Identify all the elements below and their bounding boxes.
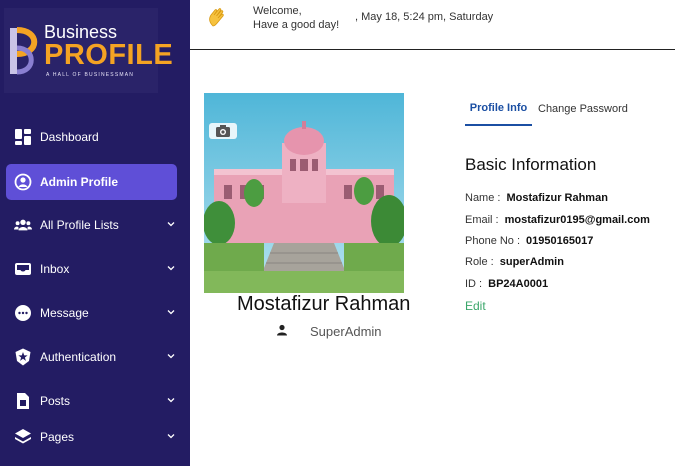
chevron-down-icon (167, 310, 175, 315)
message-icon (15, 305, 31, 321)
camera-icon (216, 125, 230, 137)
layers-icon (15, 429, 31, 444)
profile-name: Mostafizur Rahman (237, 293, 411, 315)
sidebar-item-inbox[interactable]: Inbox (6, 251, 177, 287)
tab-change-password[interactable]: Change Password (538, 103, 628, 115)
brand-logo[interactable]: Business PROFILE A HALL OF BUSINESSMAN (4, 8, 173, 93)
welcome-line2: Have a good day! (253, 19, 340, 31)
info-label: Name : (465, 192, 501, 204)
sidebar-item-label: Message (40, 306, 89, 320)
sidebar-item-admin-profile[interactable]: Admin Profile (6, 164, 177, 200)
info-label: Phone No : (465, 235, 521, 247)
sidebar-item-label: Posts (40, 394, 71, 408)
sidebar-item-label: Pages (40, 430, 75, 444)
info-label: ID : (465, 278, 483, 290)
sidebar-item-authentication[interactable]: Authentication (6, 339, 177, 375)
welcome-line1: Welcome, (253, 5, 302, 17)
info-row-role: Role : superAdmin (465, 256, 564, 268)
dashboard-icon (15, 129, 31, 145)
sidebar-item-pages[interactable]: Pages (6, 419, 177, 455)
brand-line2: PROFILE (44, 39, 174, 71)
info-row-id: ID : BP24A0001 (465, 278, 548, 290)
user-icon (277, 324, 287, 336)
chevron-down-icon (167, 222, 175, 227)
chevron-down-icon (167, 266, 175, 271)
chevron-down-icon (167, 434, 175, 439)
shield-icon (15, 348, 31, 366)
tab-profile-info[interactable]: Profile Info (465, 102, 532, 126)
waving-hand-icon (209, 8, 224, 27)
top-bar: Welcome, Have a good day! , May 18, 5:24… (190, 0, 675, 50)
sidebar-item-all-profile-lists[interactable]: All Profile Lists (6, 207, 177, 243)
edit-profile-link[interactable]: Edit (465, 299, 486, 313)
sidebar-item-label: Admin Profile (40, 175, 119, 189)
users-icon (14, 219, 32, 231)
info-value: BP24A0001 (488, 278, 549, 290)
sidebar-item-label: Dashboard (40, 130, 99, 144)
sidebar: Business PROFILE A HALL OF BUSINESSMAN D… (0, 0, 190, 466)
info-label: Role : (465, 256, 494, 268)
profile-role: SuperAdmin (310, 324, 382, 339)
profile-photo (204, 93, 404, 293)
sidebar-item-dashboard[interactable]: Dashboard (6, 119, 177, 155)
user-circle-icon (14, 173, 32, 191)
info-label: Email : (465, 214, 499, 226)
file-icon (17, 393, 29, 409)
info-value: superAdmin (499, 256, 564, 268)
chevron-down-icon (167, 354, 175, 359)
current-datetime: , May 18, 5:24 pm, Saturday (355, 11, 494, 23)
sidebar-item-label: Authentication (40, 350, 117, 364)
sidebar-item-label: Inbox (40, 262, 70, 276)
app-root: Business PROFILE A HALL OF BUSINESSMAN D… (0, 0, 675, 466)
tab-active-underline (465, 124, 532, 126)
inbox-icon (15, 263, 31, 275)
info-row-phone: Phone No : 01950165017 (465, 235, 593, 247)
brand-tagline: A HALL OF BUSINESSMAN (46, 72, 135, 78)
sidebar-item-posts[interactable]: Posts (6, 383, 177, 419)
info-row-email: Email : mostafizur0195@gmail.com (465, 214, 650, 226)
section-title: Basic Information (465, 155, 597, 174)
brand-mark-icon (10, 27, 38, 75)
chevron-down-icon (167, 398, 175, 403)
info-row-name: Name : Mostafizur Rahman (465, 192, 608, 204)
welcome-message: Welcome, Have a good day! (253, 4, 339, 32)
sidebar-item-message[interactable]: Message (6, 295, 177, 331)
sidebar-item-label: All Profile Lists (40, 218, 119, 232)
info-value: mostafizur0195@gmail.com (504, 214, 650, 226)
info-value: 01950165017 (526, 235, 594, 247)
info-value: Mostafizur Rahman (506, 192, 608, 204)
change-photo-button[interactable] (209, 123, 237, 139)
